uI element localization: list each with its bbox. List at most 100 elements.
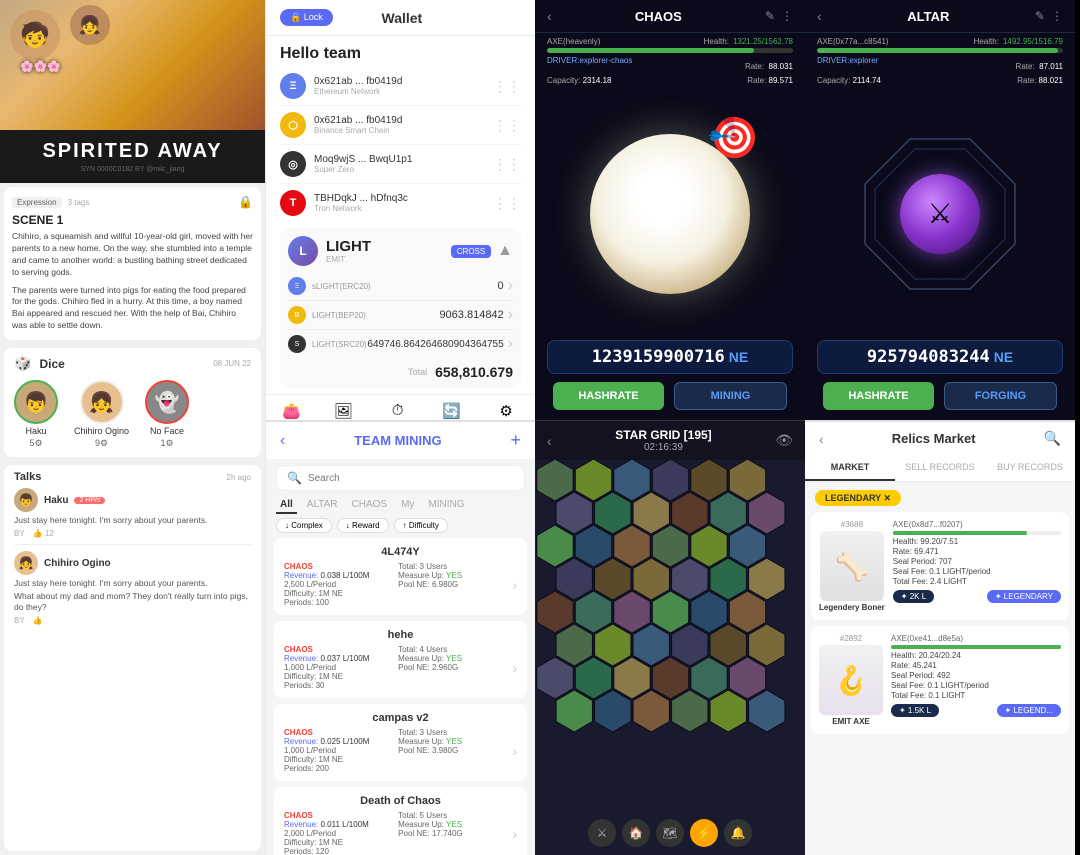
balance-row-szero[interactable]: S LIGHT(SRC20) 649746.864264680904364755… bbox=[288, 330, 513, 358]
relic-card-1: #3688 🦴 Legendery Boner AXE(0x8d7...f020… bbox=[811, 512, 1069, 620]
account2-addr: 0x621ab ... fb0419d bbox=[314, 115, 402, 126]
back-icon[interactable]: ‹ bbox=[280, 432, 285, 450]
relic2-tag: ✦ LEGEND... bbox=[997, 704, 1062, 717]
mining-card[interactable]: hehe CHAOS Revenue: 0.037 L/100M 1,000 L… bbox=[274, 621, 527, 698]
account4-addr: TBHDqkJ ... hDfnq3c bbox=[314, 193, 408, 204]
relic2-price[interactable]: ✦ 1.5K L bbox=[891, 704, 939, 717]
tab-all[interactable]: All bbox=[276, 497, 297, 514]
dice-chat-section: 🎲 Dice 08 JUN 22 👦 Haku 5⚙ 👧 Chihiro Ogi… bbox=[4, 348, 261, 457]
balance2-label: LIGHT(BEP20) bbox=[312, 311, 366, 320]
right-column: ‹ ALTAR ✎ ⋮ AXE(0x77a...c8541) Health: 1… bbox=[805, 0, 1075, 855]
stargrid-header: ‹ STAR GRID [195] 02:16:39 👁 bbox=[535, 421, 805, 460]
relics-back-icon[interactable]: ‹ bbox=[819, 431, 824, 447]
account4-net: Tron Network bbox=[314, 204, 408, 213]
expression-tag: Expression bbox=[12, 197, 62, 208]
nav-epoch[interactable]: ⏱ EPOCH bbox=[385, 402, 410, 420]
altar-hashrate-btn[interactable]: HASHRATE bbox=[823, 382, 934, 410]
altar-back-icon[interactable]: ‹ bbox=[817, 8, 822, 24]
stargrid-eye-icon[interactable]: 👁 bbox=[775, 432, 793, 449]
movie-subtitle: SYN 0000C0182 BY @milc_jiang bbox=[14, 166, 251, 173]
grid-btn-4[interactable]: ⚡ bbox=[690, 819, 718, 847]
add-icon[interactable]: + bbox=[510, 430, 521, 451]
mining-card[interactable]: 4L474Y CHAOS Revenue: 0.038 L/100M 2,500… bbox=[274, 538, 527, 615]
talk1-user: Haku bbox=[44, 495, 68, 506]
mining-card[interactable]: campas v2 CHAOS Revenue: 0.025 L/100M 1,… bbox=[274, 704, 527, 781]
lock-button[interactable]: 🔒 Lock bbox=[280, 9, 333, 26]
nav-nft[interactable]: 🖼 NFT bbox=[334, 402, 353, 420]
talk-item-haku: 👦 Haku 2 HP/s Just stay here tonight. I'… bbox=[14, 488, 251, 545]
balance1-label: sLIGHT(ERC20) bbox=[312, 282, 371, 291]
chaos-mining-btn[interactable]: MINING bbox=[674, 382, 787, 410]
tab-sell-records[interactable]: SELL RECORDS bbox=[895, 455, 985, 481]
chaos-back-icon[interactable]: ‹ bbox=[547, 8, 552, 24]
sort-complex[interactable]: ↓ Complex bbox=[276, 518, 332, 533]
account-tron[interactable]: T TBHDqkJ ... hDfnq3c Tron Network ⋮⋮ bbox=[280, 184, 521, 222]
stargrid-back[interactable]: ‹ bbox=[547, 433, 552, 449]
team-mining-title: TEAM MINING bbox=[354, 433, 441, 448]
chaos-edit-icon[interactable]: ✎ bbox=[765, 9, 775, 23]
mining-list: 4L474Y CHAOS Revenue: 0.038 L/100M 2,500… bbox=[266, 538, 535, 855]
talks-section: Talks 2h ago 👦 Haku 2 HP/s Just stay her… bbox=[4, 465, 261, 851]
balance2-arrow: › bbox=[508, 306, 513, 324]
chaos-column: ‹ CHAOS ✎ ⋮ AXE(heavenly) Health: 1321.2… bbox=[535, 0, 805, 855]
avatar3-score: 1⚙ bbox=[160, 438, 173, 449]
account-eth[interactable]: Ξ 0x621ab ... fb0419d Ethereum Network ⋮… bbox=[280, 67, 521, 106]
wallet-title: Wallet bbox=[382, 10, 423, 26]
avatar2-score: 9⚙ bbox=[95, 438, 108, 449]
cross-badge[interactable]: CROSS bbox=[451, 245, 491, 258]
dice-icon: 🎲 bbox=[14, 355, 31, 372]
grid-btn-5[interactable]: 🔔 bbox=[724, 819, 752, 847]
nav-settings[interactable]: ⚙ Settings bbox=[493, 402, 518, 420]
account1-dots: ⋮⋮ bbox=[493, 78, 521, 95]
account1-net: Ethereum Network bbox=[314, 87, 402, 96]
tab-my[interactable]: My bbox=[397, 497, 418, 514]
tab-altar[interactable]: ALTAR bbox=[303, 497, 342, 514]
grid-btn-1[interactable]: ⚔ bbox=[588, 819, 616, 847]
account-szero[interactable]: ◎ Moq9wjS ... BwqU1p1 Super Zero ⋮⋮ bbox=[280, 145, 521, 184]
tab-market[interactable]: MARKET bbox=[805, 455, 895, 481]
chaos-action-buttons: HASHRATE MINING bbox=[535, 374, 805, 420]
account-bsc[interactable]: ⬡ 0x621ab ... fb0419d Binance Smart Chai… bbox=[280, 106, 521, 145]
balance3-arrow: › bbox=[508, 335, 513, 353]
relics-header: ‹ Relics Market 🔍 bbox=[805, 422, 1075, 455]
chaos-more-icon[interactable]: ⋮ bbox=[781, 9, 793, 23]
balance-row-bsc[interactable]: B LIGHT(BEP20) 9063.814842 › bbox=[288, 301, 513, 330]
sort-reward[interactable]: ↓ Reward bbox=[337, 518, 389, 533]
altar-edit-icon[interactable]: ✎ bbox=[1035, 9, 1045, 23]
search-icon: 🔍 bbox=[287, 471, 302, 485]
chaos-hashrate-btn[interactable]: HASHRATE bbox=[553, 382, 664, 410]
tab-mining[interactable]: MINING bbox=[424, 497, 468, 514]
altar-more-icon[interactable]: ⋮ bbox=[1051, 9, 1063, 23]
sort-difficulty[interactable]: ↑ Difficulty bbox=[394, 518, 448, 533]
token-section: L LIGHT EMIT CROSS ▲ Ξ bbox=[280, 228, 521, 388]
stargrid-timer: 02:16:39 bbox=[644, 442, 683, 453]
team-mining-panel: ‹ TEAM MINING + 🔍 All ALTAR CHAOS My MIN… bbox=[266, 420, 535, 855]
talk2-like[interactable]: 👍 bbox=[33, 616, 43, 625]
relic1-price[interactable]: ✦ 2K L bbox=[893, 590, 934, 603]
balance3-amount: 649746.864264680904364755 bbox=[367, 339, 503, 350]
expand-icon[interactable]: ▲ bbox=[497, 242, 513, 260]
relic2-info: AXE(0xe41...d8e5a) Health: 20.24/20.24 R… bbox=[891, 634, 1061, 726]
like-icon[interactable]: 👍 12 bbox=[33, 529, 54, 538]
balance-row-eth[interactable]: Ξ sLIGHT(ERC20) 0 › bbox=[288, 272, 513, 301]
account3-net: Super Zero bbox=[314, 165, 412, 174]
chat-title-label: Dice bbox=[39, 357, 64, 371]
altar-panel: ‹ ALTAR ✎ ⋮ AXE(0x77a...c8541) Health: 1… bbox=[805, 0, 1075, 420]
talk1-speed-badge: 2 HP/s bbox=[74, 497, 105, 504]
talk-item-chihiro: 👧 Chihiro Ogino Just stay here tonight. … bbox=[14, 551, 251, 625]
hex-grid-area[interactable]: ⚔ 🏠 🗺 ⚡ 🔔 bbox=[535, 460, 805, 855]
altar-forging-btn[interactable]: FORGING bbox=[944, 382, 1057, 410]
grid-btn-2[interactable]: 🏠 bbox=[622, 819, 650, 847]
legendary-filter-badge[interactable]: LEGENDARY ✕ bbox=[815, 490, 901, 506]
nav-trade[interactable]: 🔄 Trade bbox=[442, 402, 461, 420]
grid-btn-3[interactable]: 🗺 bbox=[656, 819, 684, 847]
tab-chaos[interactable]: CHAOS bbox=[348, 497, 392, 514]
stargrid-panel: ‹ STAR GRID [195] 02:16:39 👁 ⚔ 🏠 bbox=[535, 420, 805, 855]
search-input[interactable] bbox=[308, 473, 514, 484]
tab-buy-records[interactable]: BUY RECORDS bbox=[985, 455, 1075, 481]
mining-card[interactable]: Death of Chaos CHAOS Revenue: 0.011 L/10… bbox=[274, 787, 527, 855]
hex-grid-svg bbox=[535, 460, 805, 840]
relics-search-icon[interactable]: 🔍 bbox=[1044, 430, 1061, 447]
nav-wallet[interactable]: 👛 Wallet bbox=[282, 402, 301, 420]
chaos-rate-label: Rate: bbox=[745, 62, 764, 71]
